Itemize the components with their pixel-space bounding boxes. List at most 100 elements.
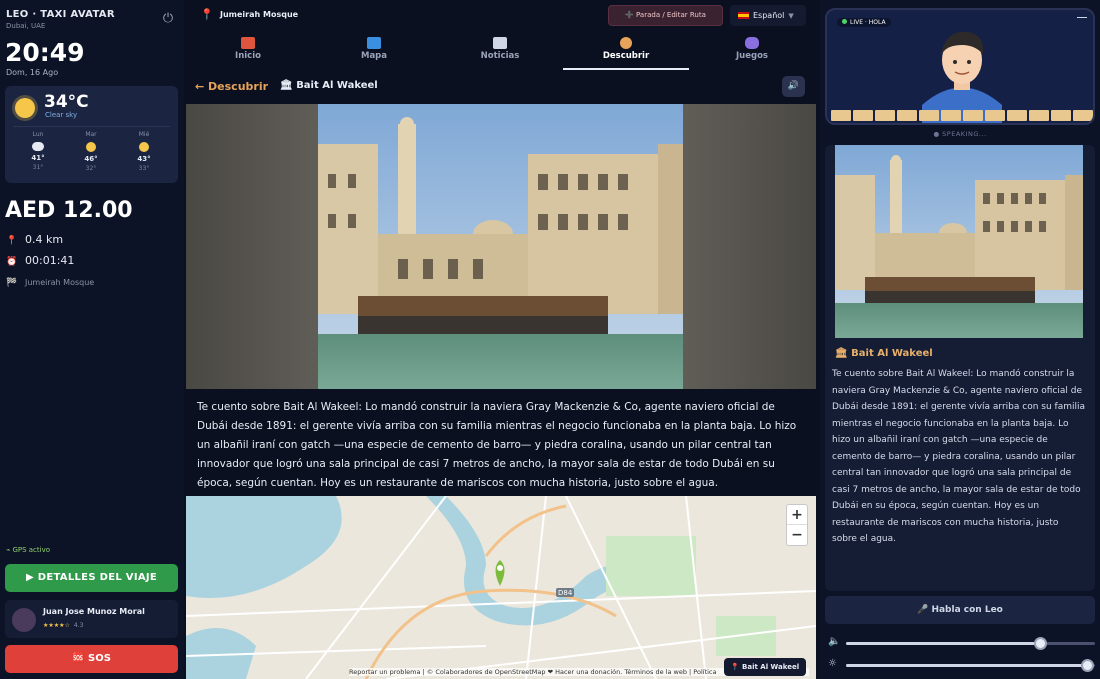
weather-widget: 34°C Clear sky Lun 41° 31° Mar 46° 32° M… <box>5 86 178 183</box>
tab-mapa[interactable]: Mapa <box>311 34 437 70</box>
poi-story-text: Te cuento sobre Bait Al Wakeel: Lo mandó… <box>197 401 797 489</box>
back-to-discover-link[interactable]: ← Descubrir <box>195 80 268 93</box>
elapsed-value: 00:01:41 <box>25 254 75 267</box>
driver-card[interactable]: Juan Jose Munoz Moral ★★★★☆ 4.3 <box>5 600 178 638</box>
fare-amount: AED 12.00 <box>5 198 133 223</box>
rating-stars: ★★★★☆ <box>43 622 70 629</box>
driver-name: Juan Jose Munoz Moral <box>43 607 145 616</box>
side-card-text: Te cuento sobre Bait Al Wakeel: Lo mandó… <box>832 369 1086 544</box>
forecast-low: 33° <box>138 165 150 172</box>
tab-label: Noticias <box>480 51 520 61</box>
cloud-icon <box>32 142 44 151</box>
elapsed-row: ⏰ 00:01:41 <box>6 254 74 267</box>
poi-photo <box>318 104 683 389</box>
tab-noticias[interactable]: Noticias <box>437 34 563 70</box>
distance-value: 0.4 km <box>25 233 64 246</box>
poi-photo-frame <box>186 104 816 389</box>
forecast-day-label: Lun <box>32 131 44 138</box>
main-content: 📍 Jumeirah Mosque ➕ Parada / Editar Ruta… <box>184 0 820 679</box>
forecast-day: Mar 46° 32° <box>66 131 116 172</box>
forecast-high: 41° <box>31 154 45 162</box>
sun-icon <box>15 98 35 118</box>
forecast-low: 31° <box>32 164 44 171</box>
brightness-fill <box>846 664 1088 667</box>
volume-slider[interactable] <box>846 637 1095 650</box>
tab-juegos[interactable]: Juegos <box>689 34 815 70</box>
forecast-low: 32° <box>85 165 97 172</box>
forecast-day-label: Mié <box>138 131 150 138</box>
route-map[interactable]: D84 <box>186 496 816 679</box>
zoom-out-button[interactable]: − <box>787 525 807 545</box>
alarm-clock-icon: ⏰ <box>6 257 18 267</box>
forecast-high: 43° <box>137 155 151 163</box>
zoom-in-button[interactable]: + <box>787 505 807 525</box>
driver-rating: ★★★★☆ 4.3 <box>43 622 83 629</box>
chevron-down-icon: ▼ <box>788 12 794 20</box>
tab-label: Mapa <box>360 51 387 61</box>
volume-knob[interactable] <box>1033 637 1047 650</box>
trip-details-button[interactable]: ▶ DETALLES DEL VIAJE <box>5 564 178 592</box>
home-icon <box>241 37 255 49</box>
road-label: D84 <box>558 589 573 597</box>
avatar-figure <box>922 31 1002 123</box>
tab-inicio[interactable]: Inicio <box>185 34 311 70</box>
checkered-flag-icon: 🏁 <box>6 278 18 288</box>
clock-time: 20:49 <box>5 38 85 67</box>
landmark-icon: 🏛 <box>280 80 297 91</box>
building-photo <box>318 104 683 389</box>
gps-status-text: GPS activo <box>12 546 51 554</box>
tab-label: Inicio <box>235 51 261 61</box>
compass-icon <box>620 37 632 49</box>
partly-sunny-icon <box>139 142 149 152</box>
poi-side-card: 🏛 Bait Al Wakeel Te cuento sobre Bait Al… <box>825 145 1095 591</box>
avatar <box>12 608 36 632</box>
language-select[interactable]: Español ▼ <box>730 5 806 26</box>
pin-icon: 📍 <box>6 236 18 246</box>
weather-desc: Clear sky <box>45 111 78 119</box>
forecast-day-label: Mar <box>85 131 97 138</box>
destination-row: 🏁 Jumeirah Mosque <box>6 278 94 288</box>
left-sidebar: LEO · TAXI AVATAR Dubai, UAE ⏻ 20:49 Dom… <box>0 0 184 679</box>
spain-flag-icon <box>738 12 749 19</box>
tab-label: Descubrir <box>602 51 650 61</box>
side-card-photo <box>835 145 1083 338</box>
audio-wave-bars <box>831 110 1093 121</box>
brightness-slider[interactable] <box>846 659 1095 672</box>
language-value: Español <box>753 11 785 20</box>
poi-title: 🏛 Bait Al Wakeel <box>280 80 378 91</box>
destination-value: Jumeirah Mosque <box>25 278 95 287</box>
forecast-day: Mié 43° 33° <box>119 131 169 172</box>
volume-slider-row: 🔈 <box>828 636 1096 650</box>
avatar-video: LIVE · HOLA <box>825 8 1095 125</box>
map-canvas[interactable]: D84 <box>186 496 816 679</box>
weather-temp: 34°C <box>44 92 89 112</box>
edit-route-button[interactable]: ➕ Parada / Editar Ruta <box>608 5 723 26</box>
app-location: Dubai, UAE <box>6 22 46 30</box>
forecast-high: 46° <box>84 155 98 163</box>
rating-value: 4.3 <box>73 622 84 629</box>
brightness-knob[interactable] <box>1081 659 1095 672</box>
weather-divider <box>13 126 170 127</box>
map-icon <box>367 37 381 49</box>
clock-date: Dom, 16 Ago <box>6 68 59 77</box>
poi-title-text: Bait Al Wakeel <box>296 80 378 91</box>
building-photo <box>835 145 1083 338</box>
sos-button[interactable]: 🆘 SOS <box>5 645 178 673</box>
forecast-day: Lun 41° 31° <box>13 131 63 171</box>
brightness-slider-row: ☼ <box>828 658 1096 672</box>
app-brand: LEO · TAXI AVATAR <box>6 9 115 20</box>
talk-to-leo-button[interactable]: 🎤 Habla con Leo <box>825 596 1095 624</box>
right-sidebar: LIVE · HOLA ● SPEAKING... 🏛 Bait Al Wake… <box>820 0 1100 679</box>
tab-descubrir[interactable]: Descubrir <box>563 34 689 70</box>
current-location: Jumeirah Mosque <box>220 10 299 19</box>
newspaper-icon <box>493 37 507 49</box>
speaker-icon[interactable]: 🔊 <box>782 76 805 97</box>
partly-sunny-icon <box>86 142 96 152</box>
map-zoom-control[interactable]: + − <box>786 504 808 546</box>
power-icon[interactable]: ⏻ <box>161 12 175 26</box>
distance-row: 📍 0.4 km <box>6 233 63 246</box>
volume-fill <box>846 642 1041 645</box>
map-poi-tag[interactable]: 📍 Bait Al Wakeel <box>724 658 806 676</box>
gamepad-icon <box>745 37 759 49</box>
volume-icon: 🔈 <box>828 636 841 647</box>
